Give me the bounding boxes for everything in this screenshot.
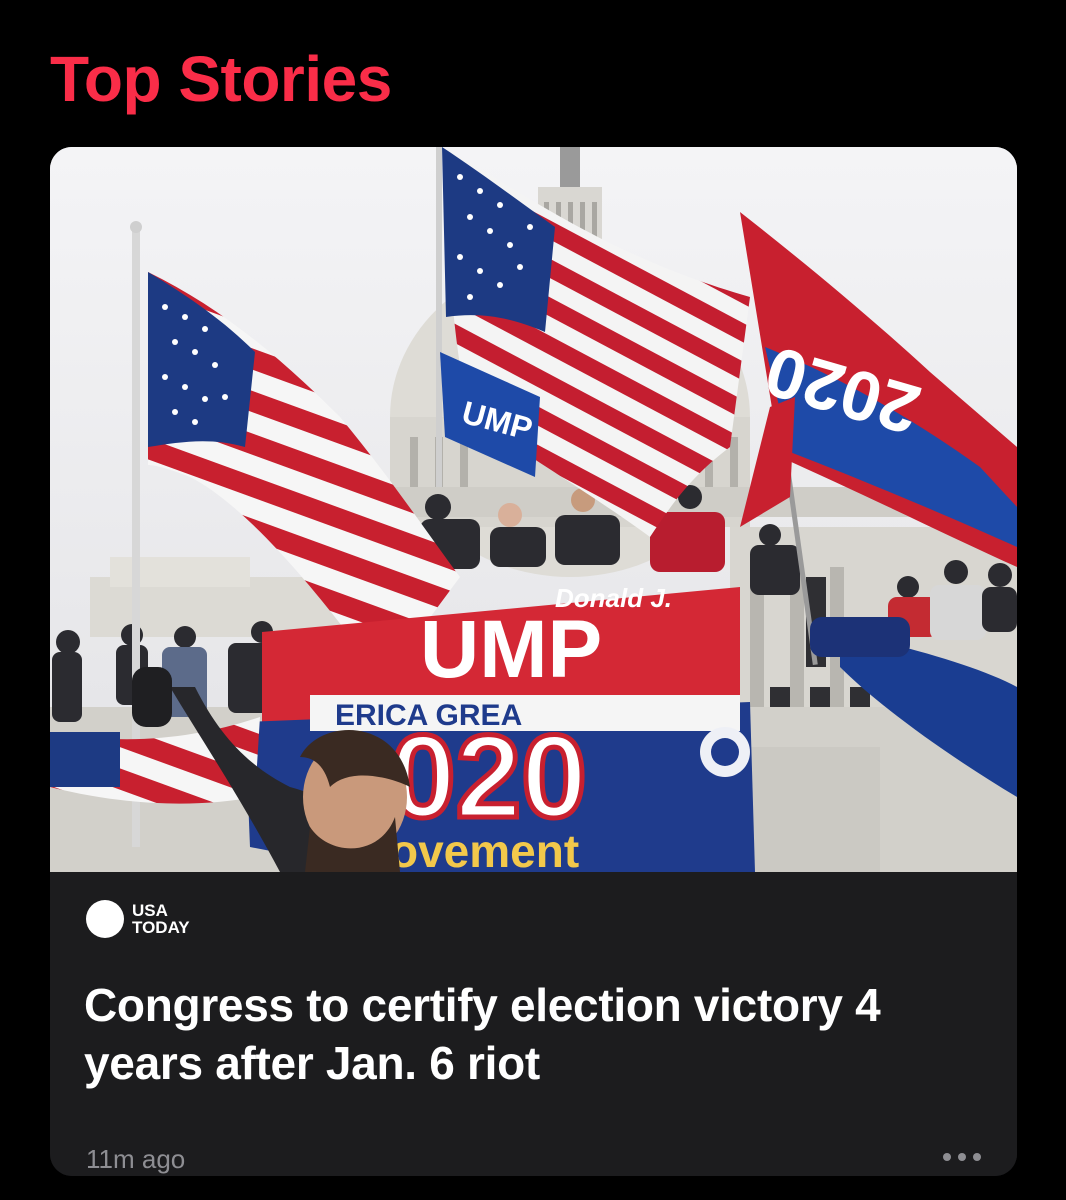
dot-icon [973, 1153, 981, 1161]
svg-text:UMP: UMP [420, 604, 602, 695]
story-image[interactable]: UMP 2020 Donald J. UMP ERICA GREA 020 ov… [50, 147, 1017, 872]
svg-text:ovement: ovement [390, 825, 579, 872]
publisher-name: USA TODAY [132, 902, 212, 936]
svg-text:020: 020 [390, 711, 587, 843]
story-image-art: UMP 2020 Donald J. UMP ERICA GREA 020 ov… [50, 147, 1017, 872]
publisher-name-line1: USA [132, 901, 168, 920]
story-headline[interactable]: Congress to certify election victory 4 y… [84, 976, 984, 1092]
more-options-button[interactable] [943, 1153, 981, 1161]
story-timestamp: 11m ago [86, 1144, 186, 1174]
dot-icon [958, 1153, 966, 1161]
publisher[interactable]: USA TODAY [86, 900, 212, 938]
section-title: Top Stories [50, 43, 392, 115]
story-card[interactable]: UMP 2020 Donald J. UMP ERICA GREA 020 ov… [50, 147, 1017, 1176]
publisher-name-line2: TODAY [132, 918, 190, 937]
publisher-logo [86, 900, 124, 938]
dot-icon [943, 1153, 951, 1161]
story-details: USA TODAY Congress to certify election v… [50, 872, 1017, 1176]
